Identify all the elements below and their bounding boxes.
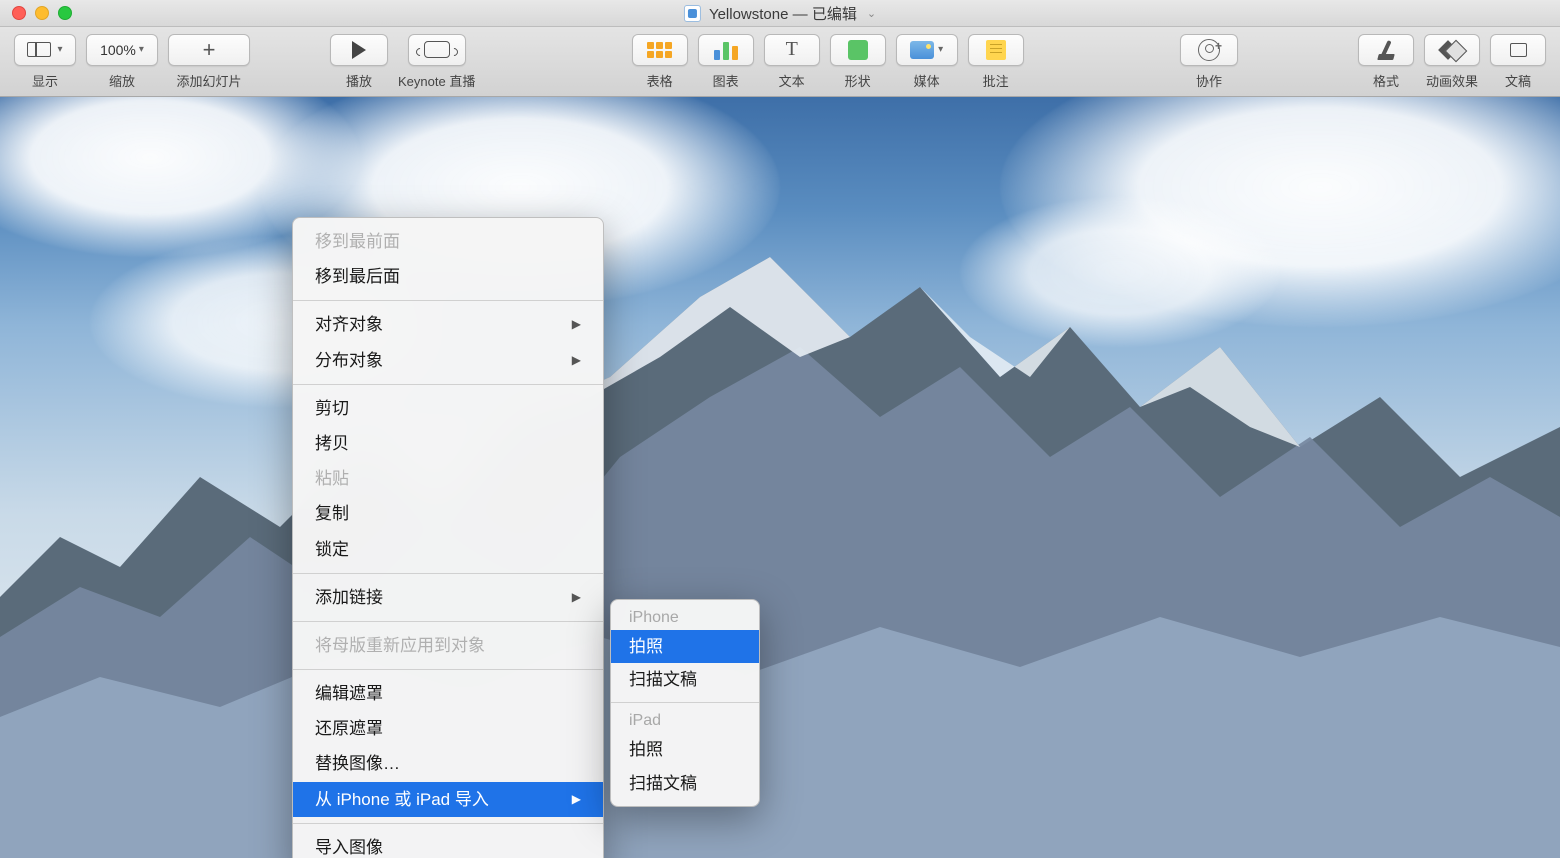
add-slide-label: 添加幻灯片 [176,71,241,90]
menu-lock[interactable]: 锁定 [293,532,603,567]
toolbar: ▾ 显示 100%▾ 缩放 + 添加幻灯片 播放 Keynote 直播 表格 图… [0,27,1560,97]
chart-button[interactable] [698,34,754,66]
plus-icon: + [203,37,216,63]
table-icon [647,42,672,58]
import-submenu: iPhone 拍照 扫描文稿 iPad 拍照 扫描文稿 [610,599,760,807]
brush-icon [1376,40,1396,60]
add-slide-button[interactable]: + [168,34,250,66]
chevron-down-icon: ▾ [57,44,62,55]
document-title[interactable]: Yellowstone — 已编辑 ⌄ [684,3,876,24]
chevron-down-icon: ▾ [139,44,144,55]
document-label: 文稿 [1505,71,1531,90]
shape-icon [848,40,868,60]
zoom-label: 缩放 [109,71,135,90]
menu-separator [293,300,603,301]
submenu-header-ipad: iPad [611,709,759,733]
shape-label: 形状 [845,71,871,90]
submenu-ipad-scan-doc[interactable]: 扫描文稿 [611,767,759,800]
menu-separator [293,669,603,670]
fullscreen-window-button[interactable] [58,6,72,20]
menu-copy[interactable]: 拷贝 [293,426,603,461]
collab-label: 协作 [1196,71,1222,90]
titlebar: Yellowstone — 已编辑 ⌄ [0,0,1560,27]
menu-replace-image[interactable]: 替换图像… [293,746,603,781]
animate-button[interactable] [1424,34,1480,66]
menu-bring-front: 移到最前面 [293,224,603,259]
menu-import-from-device[interactable]: 从 iPhone 或 iPad 导入▶ [293,782,603,817]
note-icon [986,40,1006,60]
mountain-decoration [0,97,1560,858]
chevron-down-icon: ▾ [938,44,943,55]
submenu-iphone-scan-doc[interactable]: 扫描文稿 [611,663,759,696]
collab-icon [1198,39,1220,61]
comment-button[interactable] [968,34,1024,66]
format-button[interactable] [1358,34,1414,66]
menu-duplicate[interactable]: 复制 [293,496,603,531]
chart-icon [714,40,738,60]
menu-import-image[interactable]: 导入图像 [293,830,603,858]
menu-separator [293,384,603,385]
text-label: 文本 [779,71,805,90]
text-button[interactable]: T [764,34,820,66]
chevron-down-icon: ⌄ [867,7,876,20]
menu-reset-mask[interactable]: 还原遮罩 [293,711,603,746]
keynote-live-label: Keynote 直播 [398,71,475,90]
submenu-iphone-take-photo[interactable]: 拍照 [611,630,759,663]
slide-canvas[interactable]: 移到最前面 移到最后面 对齐对象▶ 分布对象▶ 剪切 拷贝 粘贴 复制 锁定 添… [0,97,1560,858]
zoom-button[interactable]: 100%▾ [86,34,158,66]
play-button[interactable] [330,34,388,66]
submenu-arrow-icon: ▶ [572,588,581,607]
document-button[interactable] [1490,34,1546,66]
menu-reapply-master: 将母版重新应用到对象 [293,628,603,663]
view-icon [27,42,51,57]
keynote-live-button[interactable] [408,34,466,66]
media-button[interactable]: ▾ [896,34,958,66]
menu-separator [293,573,603,574]
menu-align[interactable]: 对齐对象▶ [293,307,603,342]
window-controls [12,6,72,20]
view-label: 显示 [32,71,58,90]
submenu-arrow-icon: ▶ [572,351,581,370]
close-window-button[interactable] [12,6,26,20]
menu-separator [293,823,603,824]
doc-status: 已编辑 [812,6,857,23]
table-label: 表格 [647,71,673,90]
format-label: 格式 [1373,71,1399,90]
animate-label: 动画效果 [1426,71,1478,90]
doc-name: Yellowstone [709,6,789,23]
menu-paste: 粘贴 [293,461,603,496]
menu-separator [611,702,759,703]
minimize-window-button[interactable] [35,6,49,20]
submenu-arrow-icon: ▶ [572,790,581,809]
shape-button[interactable] [830,34,886,66]
media-icon [910,41,934,59]
menu-separator [293,621,603,622]
menu-edit-mask[interactable]: 编辑遮罩 [293,676,603,711]
submenu-arrow-icon: ▶ [572,315,581,334]
media-label: 媒体 [914,71,940,90]
collab-button[interactable] [1180,34,1238,66]
menu-send-back[interactable]: 移到最后面 [293,259,603,294]
submenu-header-iphone: iPhone [611,606,759,630]
submenu-ipad-take-photo[interactable]: 拍照 [611,733,759,766]
play-icon [352,41,366,59]
menu-distribute[interactable]: 分布对象▶ [293,343,603,378]
table-button[interactable] [632,34,688,66]
animate-icon [1441,41,1463,59]
menu-cut[interactable]: 剪切 [293,391,603,426]
text-icon: T [786,38,798,61]
menu-add-link[interactable]: 添加链接▶ [293,580,603,615]
view-button[interactable]: ▾ [14,34,76,66]
broadcast-icon [424,41,450,58]
chart-label: 图表 [713,71,739,90]
keynote-doc-icon [684,5,701,22]
play-label: 播放 [346,71,372,90]
context-menu: 移到最前面 移到最后面 对齐对象▶ 分布对象▶ 剪切 拷贝 粘贴 复制 锁定 添… [292,217,604,858]
document-icon [1510,43,1527,57]
zoom-value: 100% [100,42,136,58]
comment-label: 批注 [983,71,1009,90]
